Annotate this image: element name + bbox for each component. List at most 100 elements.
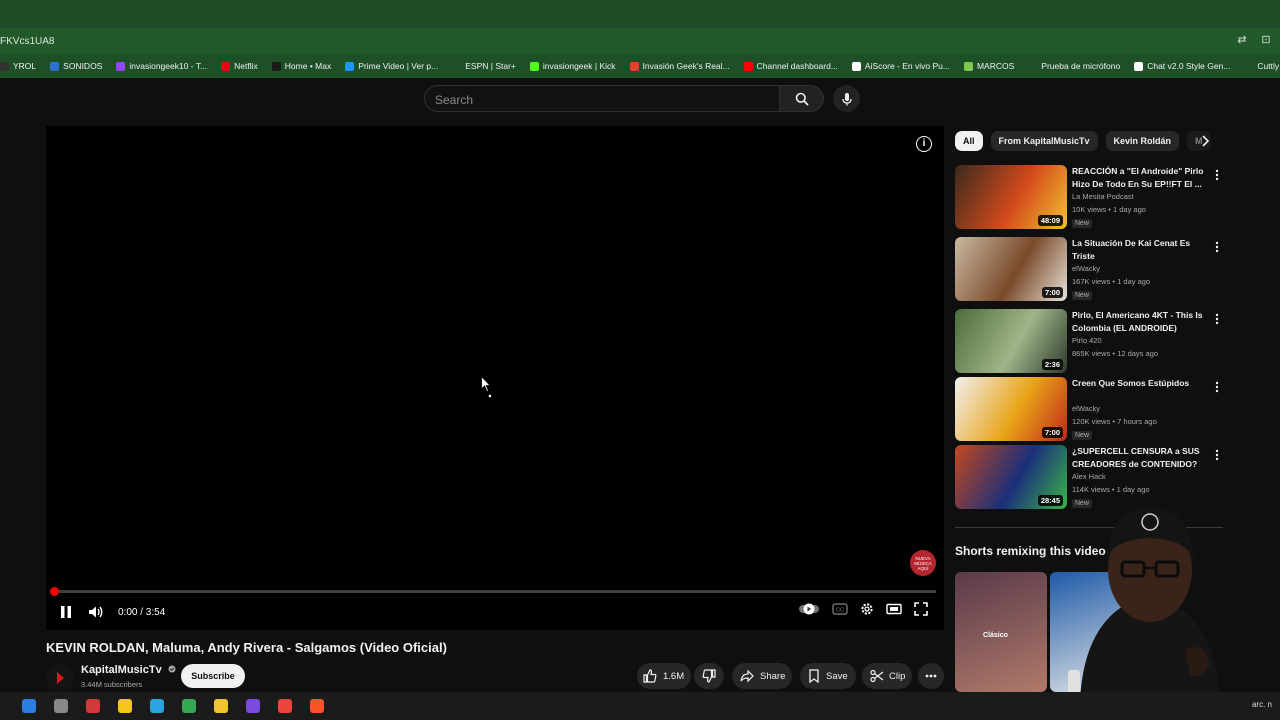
more-vertical-icon[interactable] [1213,241,1221,253]
channel-name[interactable]: KapitalMusicTv [81,664,176,676]
fullscreen-button[interactable] [914,602,928,616]
search-input[interactable] [425,86,767,113]
clip-button[interactable]: Clip [862,663,912,689]
bookmark-item[interactable]: MARCOS [963,61,1014,71]
recommendation-item[interactable]: 48:09 REACCIÓN a "El Androide" Pirlo Hizo… [955,165,1225,229]
player-controls: 0:00 / 3:54 CC [46,594,944,630]
dislike-button[interactable] [694,663,724,689]
bookmark-label: Channel dashboard... [756,61,838,71]
subscribe-button[interactable]: Subscribe [181,664,245,688]
translate-icon[interactable]: ⇄ [1236,34,1248,46]
info-icon[interactable]: i [916,136,932,152]
bookmark-item[interactable]: Channel dashboard... [743,61,838,71]
autoplay-toggle-icon [799,603,819,615]
microphone-icon [841,92,852,105]
bookmark-item[interactable]: Chat v2.0 Style Gen... [1134,61,1230,71]
pause-button[interactable] [60,605,72,619]
recommendation-item[interactable]: 2:36 Pirlo, El Americano 4KT - This Is Co… [955,309,1225,373]
recommendation-title[interactable]: La Situación De Kai Cenat Es Triste [1072,237,1207,263]
taskbar-app-icon[interactable] [118,699,132,713]
chips-next-button[interactable] [1198,133,1214,149]
recommendation-thumbnail[interactable]: 7:00 [955,377,1067,441]
recommendation-thumbnail[interactable]: 48:09 [955,165,1067,229]
bookmark-favicon-icon [963,61,973,71]
autoplay-toggle[interactable] [798,603,820,615]
volume-button[interactable] [88,605,104,619]
recommendation-channel[interactable]: La Mesita Podcast [1072,192,1134,201]
bookmark-item[interactable]: ESPN | Star+ [452,61,516,71]
clip-label: Clip [889,670,906,682]
recommendation-item[interactable]: 7:00 La Situación De Kai Cenat Es Triste e… [955,237,1225,301]
taskbar-app-icon[interactable] [22,699,36,713]
more-vertical-icon[interactable] [1213,381,1221,393]
voice-search-button[interactable] [833,85,860,112]
search-button[interactable] [780,85,824,112]
bookmark-item[interactable]: Netflix [221,61,258,71]
bookmark-label: Prueba de micrófono [1041,61,1121,71]
like-button[interactable]: 1.6M [637,663,691,689]
recommendation-title[interactable]: REACCIÓN a "El Androide" Pirlo Hizo De T… [1072,165,1207,191]
bookmark-item[interactable]: Prueba de micrófono [1028,61,1120,71]
bookmark-label: Prime Video | Ver p... [358,61,439,71]
bookmark-favicon-icon [1134,61,1144,71]
share-button[interactable]: Share [732,663,792,689]
taskbar-app-icon[interactable] [182,699,196,713]
channel-watermark[interactable]: NUEVA MÚSICA AQUÍ [910,550,936,576]
taskbar-app-icon[interactable] [150,699,164,713]
recommendation-channel[interactable]: Pirlo 420 [1072,336,1102,345]
more-actions-button[interactable] [918,663,944,689]
short-thumbnail[interactable]: Clásico [955,572,1047,692]
bookmark-item[interactable]: Invasión Geek's Real... [629,61,730,71]
bookmark-favicon-icon [529,61,539,71]
theater-mode-button[interactable] [886,603,902,615]
captions-button[interactable]: CC [832,603,848,615]
bookmark-item[interactable]: SONIDOS [50,61,102,71]
bookmark-item[interactable]: AiScore - En vivo Pu... [851,61,950,71]
recommendation-channel[interactable]: elWacky [1072,404,1100,413]
bookmark-item[interactable]: Home • Max [271,61,331,71]
more-vertical-icon[interactable] [1213,449,1221,461]
bookmark-item[interactable]: YROL [0,61,36,71]
svg-text:CC: CC [836,608,844,614]
recommendation-item[interactable]: 7:00 Creen Que Somos Estúpidos elWacky 120K… [955,377,1225,441]
recommendation-channel[interactable]: elWacky [1072,264,1100,273]
bookmark-favicon-icon [1028,61,1038,71]
url-text[interactable]: FKVcs1UA8 [0,36,54,47]
recommendation-title[interactable]: Pirlo, El Americano 4KT - This Is Colomb… [1072,309,1207,335]
more-vertical-icon[interactable] [1213,313,1221,325]
save-button[interactable]: Save [800,663,856,689]
search-box[interactable] [424,85,780,113]
recommendation-thumbnail[interactable]: 2:36 [955,309,1067,373]
share-label: Share [760,670,786,682]
duration-badge: 2:36 [1041,359,1063,370]
video-player[interactable]: i NUEVA MÚSICA AQUÍ 0:00 / 3:54 CC [46,126,944,630]
progress-bar[interactable] [50,587,936,596]
more-vertical-icon[interactable] [1213,169,1221,181]
filter-chip[interactable]: All [955,131,983,151]
channel-name-text[interactable]: KapitalMusicTv [81,664,162,676]
recommendation-channel[interactable]: Alex Hack [1072,472,1106,481]
taskbar-app-icon[interactable] [310,699,324,713]
taskbar-app-icon[interactable] [214,699,228,713]
bookmark-item[interactable]: Cuttly | Acortador d... [1244,61,1280,71]
channel-avatar[interactable] [46,664,74,692]
taskbar-app-icon[interactable] [54,699,68,713]
filter-chip[interactable]: Kevin Roldán [1105,131,1180,151]
recommendation-thumbnail[interactable]: 7:00 [955,237,1067,301]
bookmark-favicon-icon [271,61,281,71]
new-badge: New [1072,219,1093,228]
taskbar-app-icon[interactable] [278,699,292,713]
taskbar-app-icon[interactable] [246,699,260,713]
taskbar-app-icon[interactable] [86,699,100,713]
screenshot-icon[interactable]: ⊡ [1260,34,1272,46]
bookmark-item[interactable]: invasiongeek | Kick [529,61,616,71]
bookmark-favicon-icon [345,61,355,71]
settings-button[interactable] [860,602,874,616]
browser-address-bar[interactable]: FKVcs1UA8 ⇄ ⊡ [0,28,1280,54]
filter-chip[interactable]: From KapitalMusicTv [990,131,1098,151]
recommendation-title[interactable]: Creen Que Somos Estúpidos [1072,377,1207,390]
recommendation-title[interactable]: ¿SUPERCELL CENSURA a SUS CREADORES de CO… [1072,445,1207,471]
bookmark-item[interactable]: invasiongeek10 - T... [116,61,207,71]
bookmark-item[interactable]: Prime Video | Ver p... [345,61,438,71]
filter-chips: All From KapitalMusicTv Kevin Roldán M [955,131,1212,151]
